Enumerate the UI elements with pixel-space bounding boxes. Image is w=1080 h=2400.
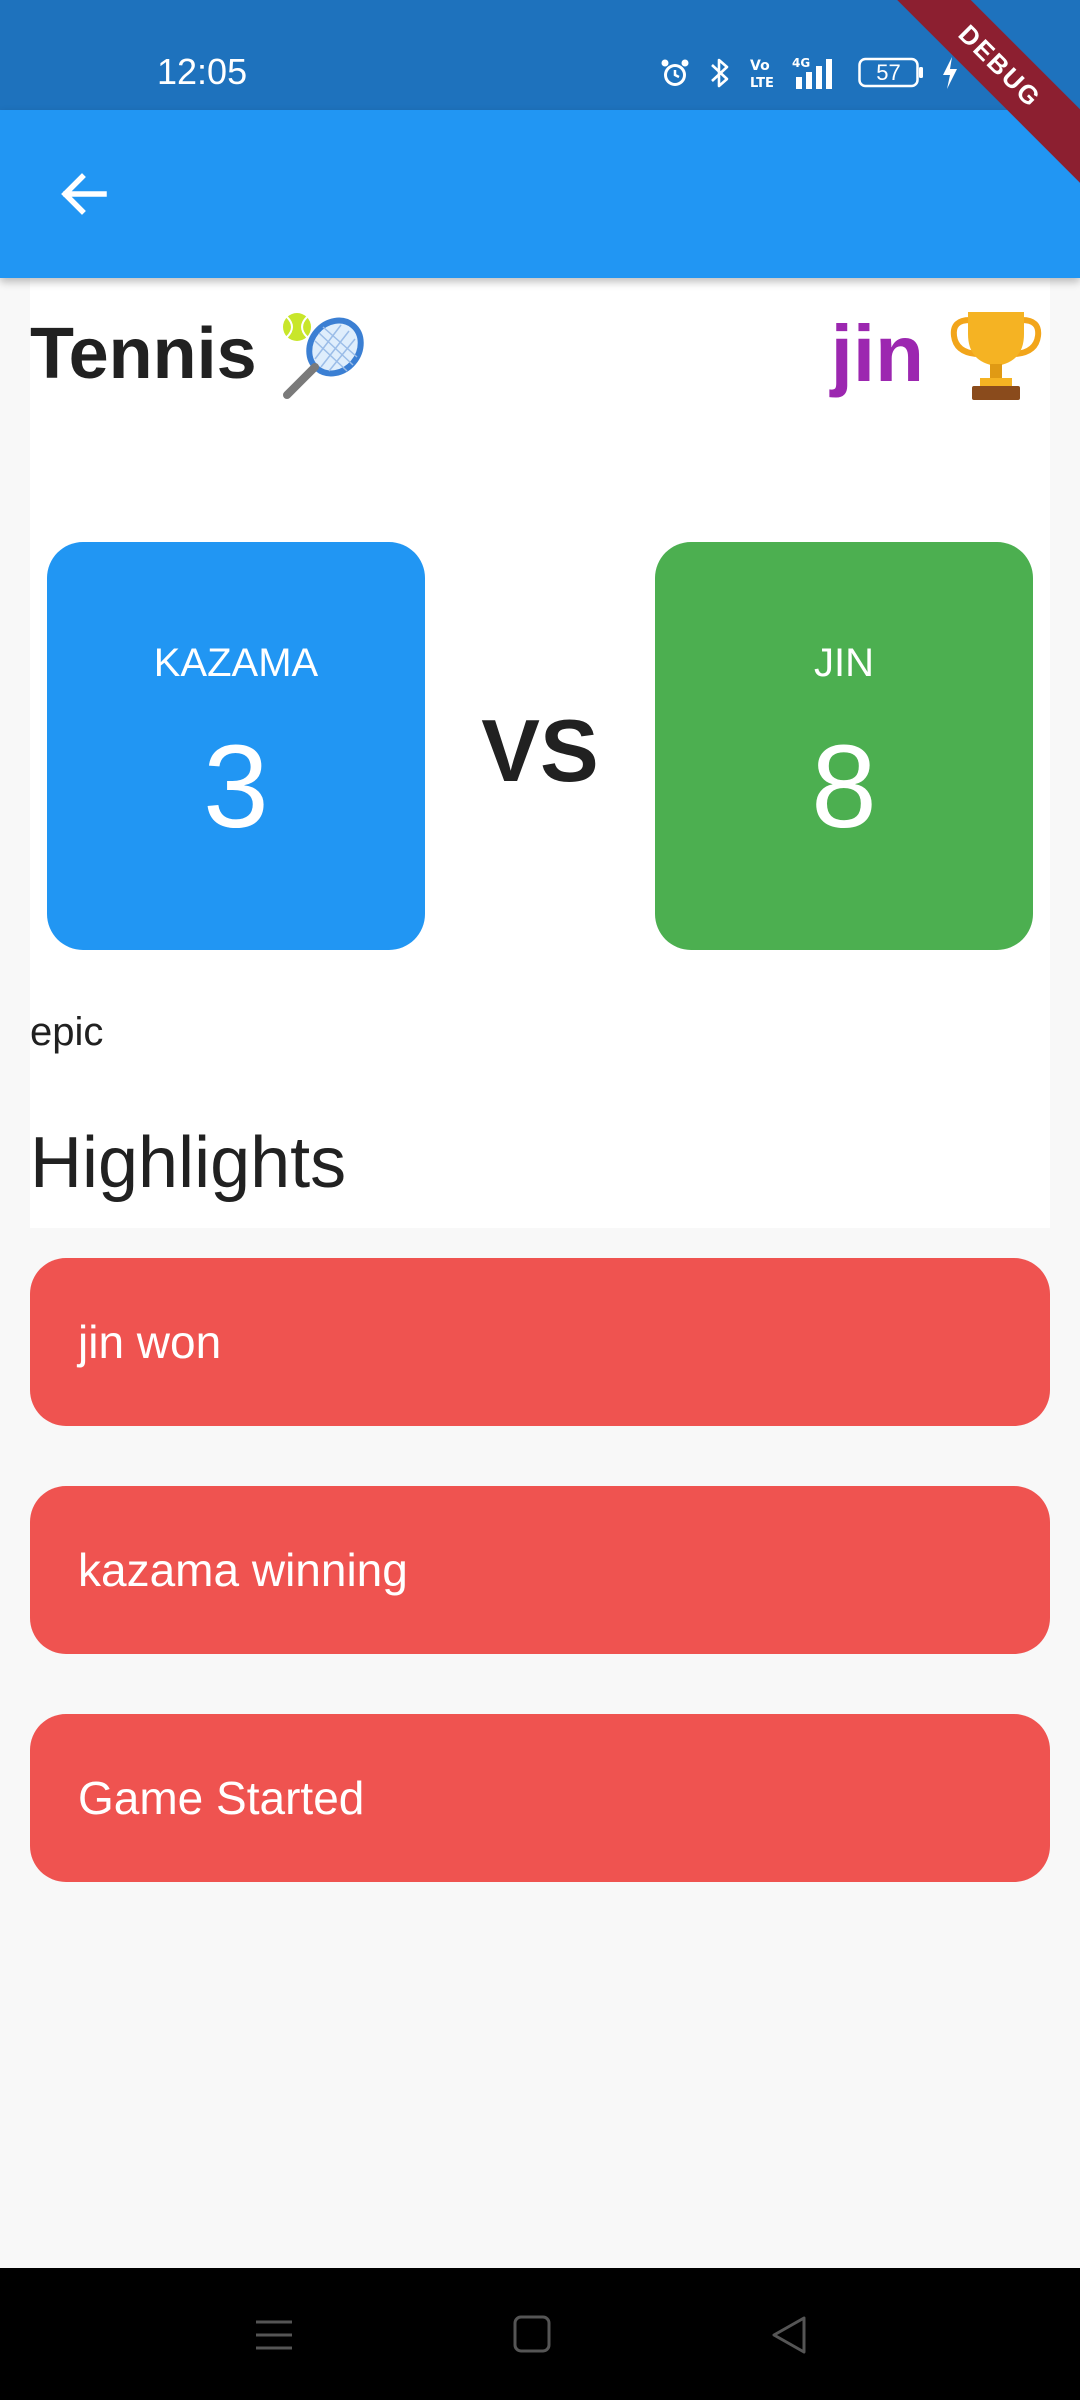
app-bar <box>0 110 1080 278</box>
highlight-text: kazama winning <box>78 1544 408 1596</box>
team-b-score: 8 <box>811 721 877 853</box>
highlights-heading: Highlights <box>30 1123 347 1203</box>
winner-label: jin <box>831 304 1046 404</box>
system-nav-bar <box>0 2268 1080 2400</box>
match-details: Tennis jin KAZAMA 3 VS JIN 8 epic Highli… <box>30 278 1050 1228</box>
team-b-name: JIN <box>814 641 874 685</box>
svg-text:Vo: Vo <box>750 58 770 74</box>
trophy-icon <box>946 304 1046 404</box>
back-icon[interactable] <box>760 2310 820 2360</box>
bluetooth-icon <box>708 55 732 91</box>
status-time: 12:05 <box>157 51 248 92</box>
highlight-item[interactable]: kazama winning <box>30 1486 1050 1654</box>
team-b-card: JIN 8 <box>655 542 1033 950</box>
match-description: epic <box>30 1010 104 1054</box>
back-button[interactable] <box>44 156 124 236</box>
highlight-item[interactable]: jin won <box>30 1258 1050 1426</box>
svg-text:LTE: LTE <box>750 76 774 91</box>
highlight-text: Game Started <box>78 1772 365 1824</box>
winner-name: jin <box>830 309 924 398</box>
home-icon[interactable] <box>502 2310 562 2360</box>
4g-signal-icon: 4G <box>792 55 842 91</box>
arrow-back-icon <box>58 168 110 225</box>
sport-title: Tennis <box>30 304 369 404</box>
alarm-icon <box>658 56 692 90</box>
svg-text:4G: 4G <box>792 56 810 70</box>
highlight-item[interactable]: Game Started <box>30 1714 1050 1882</box>
tennis-racket-icon <box>279 309 369 399</box>
sport-name: Tennis <box>30 314 257 394</box>
team-a-name: KAZAMA <box>153 641 319 685</box>
battery-level: 57 <box>876 60 901 85</box>
status-icons: Vo LTE 4G 57 <box>658 50 960 96</box>
highlight-text: jin won <box>78 1316 222 1368</box>
volte-icon: Vo LTE <box>748 55 776 91</box>
battery-icon: 57 <box>858 57 924 89</box>
status-bar: 12:05 Vo LTE 4G 57 DEBUG <box>0 0 1080 191</box>
menu-icon[interactable] <box>244 2310 304 2360</box>
